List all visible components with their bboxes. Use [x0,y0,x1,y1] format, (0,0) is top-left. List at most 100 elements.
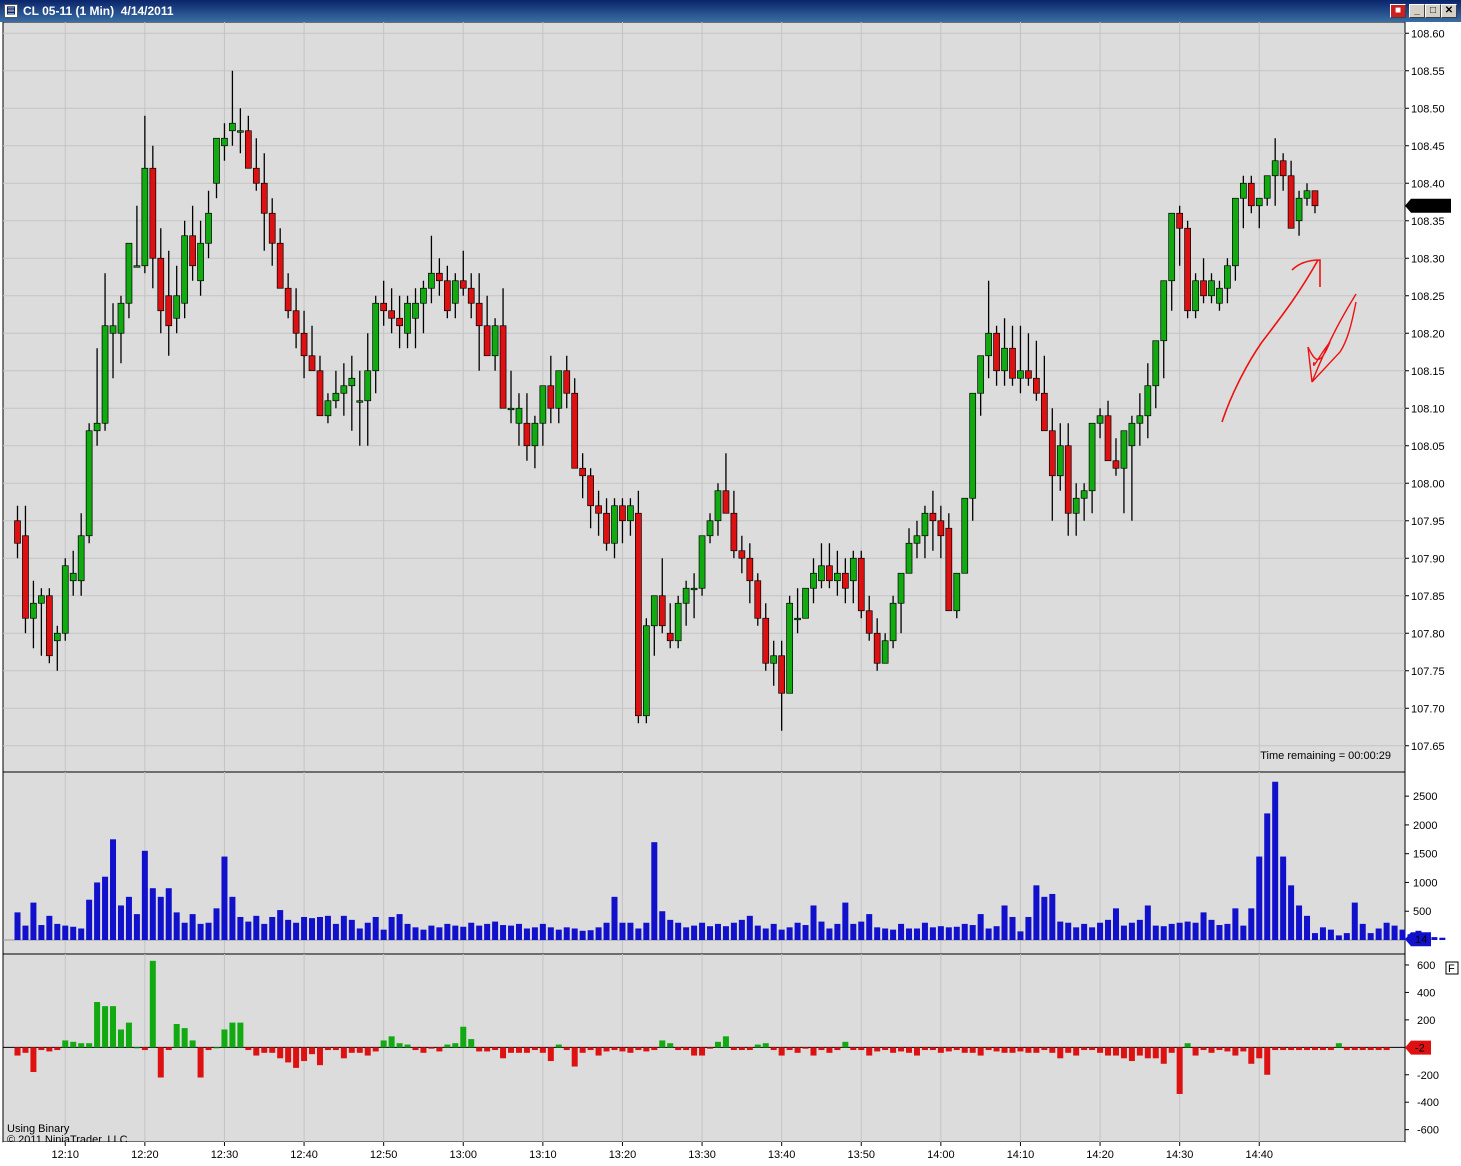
delta-bar [1089,1047,1096,1051]
candle-body [507,407,515,411]
volume-bar [858,921,865,940]
delta-bar [396,1043,403,1048]
delta-bar [1248,1047,1255,1064]
volume-bar [293,922,300,940]
delta-bar [730,1047,737,1051]
delta-bar [117,1029,124,1048]
candle-body [237,130,244,133]
candle-body [619,505,626,522]
volume-bar [778,929,785,940]
volume-bar [229,896,236,940]
volume-bar [301,916,308,940]
delta-bar [1184,1043,1191,1048]
candle-body [125,242,133,304]
volume-bar [1208,919,1215,940]
price-tick-label: 108.00 [1411,478,1445,490]
delta-bar [1367,1047,1374,1051]
candle-body [22,535,29,619]
delta-bar [1351,1047,1358,1051]
candle-body [945,527,953,612]
volume-bar [213,908,220,940]
candle-body [778,655,786,694]
delta-last-label: -2 [1415,1043,1425,1055]
volume-bar [1065,922,1072,940]
volume-bar [14,912,21,940]
delta-panel[interactable]: 6004002000-200-400-600-2F [2,953,1459,1143]
candle-body [993,332,1000,372]
window-title: CL 05-11 (1 Min) 4/14/2011 [23,4,174,18]
candle-body [1072,497,1080,514]
maximize-button[interactable]: □ [1425,4,1441,18]
delta-bar [794,1047,801,1053]
price-plot-bg [2,22,1406,773]
candle-body [905,542,913,574]
alert-button[interactable]: ■ [1390,4,1406,18]
volume-panel[interactable]: 2500 2000 1500 1000 500 14 [2,771,1446,955]
price-panel[interactable]: 108.60 108.55 108.50 108.45 108.40 108.35 108.… [2,22,1451,773]
volume-bar [1272,781,1279,940]
delta-bar [961,1047,968,1053]
volume-bar [611,896,618,940]
volume-bar [1184,921,1191,940]
delta-bar [1216,1047,1223,1051]
delta-bar [977,1047,984,1056]
candle-body [849,557,857,582]
candle-body [1096,415,1104,424]
volume-bar [906,928,913,940]
candle-body [38,595,45,604]
candle-body [627,505,634,522]
delta-bar [181,1028,188,1048]
delta-bar [364,1047,371,1056]
candle-body [276,242,284,289]
volume-bar [842,902,849,940]
price-tick-label: 108.25 [1411,291,1445,303]
delta-tick-label: -600 [1417,1125,1439,1137]
candle-body [1263,175,1271,199]
minimize-button[interactable]: _ [1409,4,1425,18]
delta-bar [1065,1047,1072,1053]
delta-bar [1160,1047,1167,1064]
candle-body [873,632,881,664]
candle-body [1216,287,1223,304]
candle-body [348,377,356,387]
delta-bar [1224,1047,1231,1052]
volume-bar [356,928,363,940]
delta-bar [993,1047,1000,1052]
candle-body [324,400,332,417]
delta-bar [309,1047,316,1055]
delta-bar [1264,1047,1271,1075]
volume-bar [221,856,228,940]
time-tick-label: 14:20 [1086,1149,1114,1161]
volume-bar [157,896,164,940]
candle-body [770,655,778,664]
close-button[interactable]: ✕ [1441,4,1457,18]
volume-bar [1383,922,1390,940]
volume-bar [1033,885,1040,940]
volume-bar [699,922,706,940]
candle-body [85,430,93,537]
delta-bar [707,1047,714,1049]
volume-bar [977,914,984,940]
candle-body [404,302,411,334]
candle-body [1136,415,1144,424]
volume-bar [619,922,626,940]
volume-bar [1128,922,1135,940]
candle-body [1255,197,1263,207]
volume-bar [1097,922,1104,940]
candle-body [53,632,61,642]
delta-bar [850,1047,857,1051]
delta-bar [1304,1047,1311,1051]
volume-bar [237,916,244,940]
candle-body [61,565,69,634]
time-tick-label: 14:30 [1166,1149,1194,1161]
delta-bar [1144,1047,1151,1059]
volume-bar [1168,923,1175,940]
delta-bar [261,1047,268,1053]
candle-body [428,272,435,289]
chart-area[interactable]: 108.60 108.55 108.50 108.45 108.40 108.35 108.… [0,22,1461,1166]
price-tick-label: 108.30 [1411,253,1445,265]
candle-body [396,317,403,327]
delta-bar [539,1047,546,1053]
delta-bar [866,1047,873,1056]
volume-bar [261,923,268,940]
